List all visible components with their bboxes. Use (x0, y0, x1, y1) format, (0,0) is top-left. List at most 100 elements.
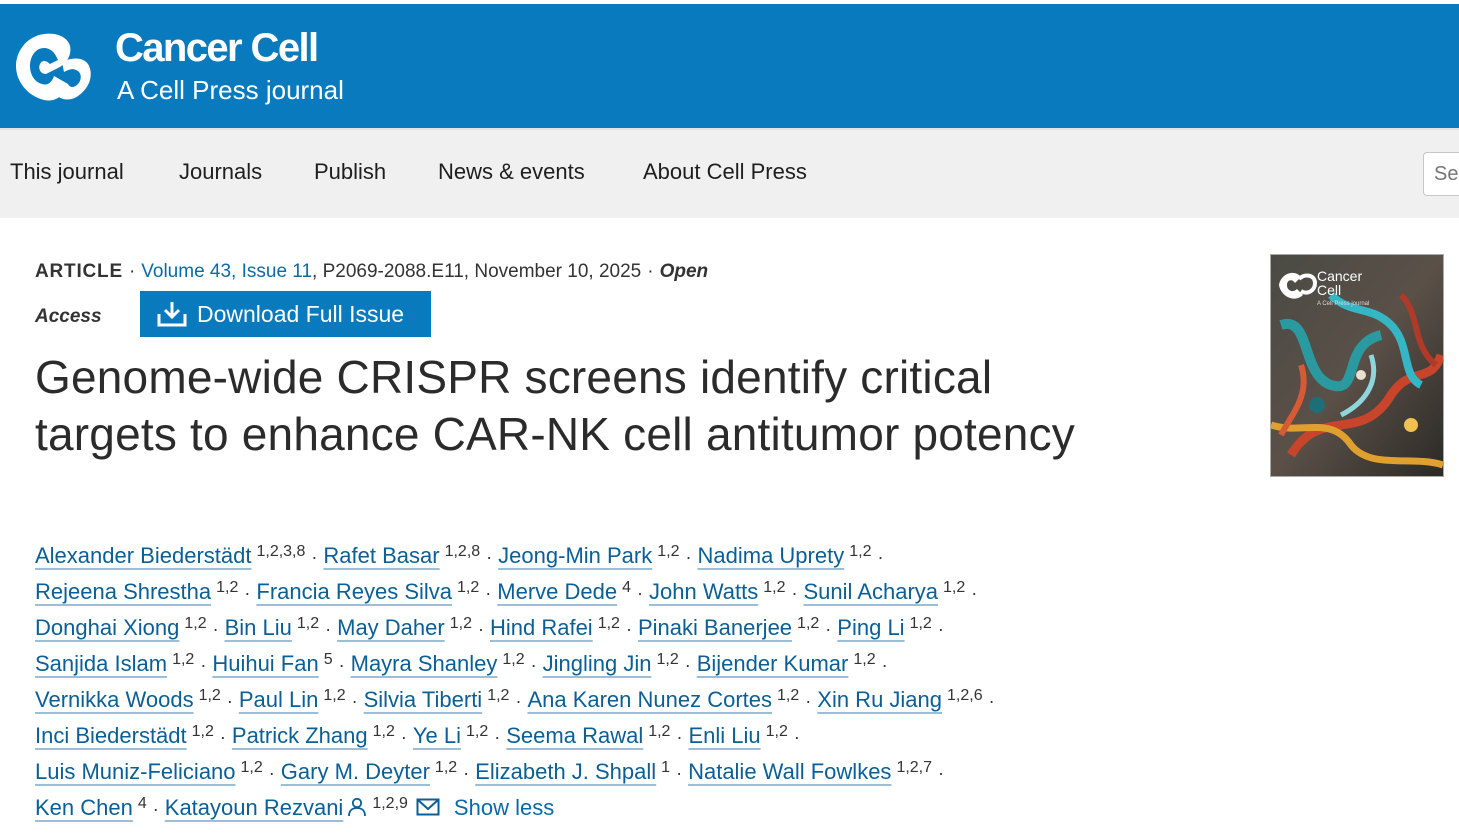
affiliation-numbers: 1,2 (487, 687, 510, 704)
author-separator: · (881, 655, 888, 675)
author-entry: Francia Reyes Silva 1,2 · (256, 579, 497, 604)
author-entry: Jingling Jin 1,2 · (543, 651, 697, 676)
author-name-link[interactable]: Alexander Biederstädt (35, 543, 251, 568)
author-name-link[interactable]: Gary M. Deyter (281, 759, 430, 784)
author-entry: Elizabeth J. Shpall 1 · (475, 759, 688, 784)
author-name-link[interactable]: Luis Muniz-Feliciano (35, 759, 236, 784)
search-input[interactable] (1423, 152, 1459, 196)
author-row: Rejeena Shrestha 1,2 · Francia Reyes Silva 1… (35, 570, 1115, 606)
author-separator: · (200, 655, 207, 675)
affiliation-numbers: 4 (137, 795, 147, 812)
author-separator: · (338, 655, 345, 675)
affiliation-numbers: 1,2 (502, 651, 525, 668)
author-row: Sanjida Islam 1,2 · Huihui Fan 5 · Mayra Shanl… (35, 642, 1115, 678)
affiliation-numbers: 1,2 (323, 687, 346, 704)
nav-publish[interactable]: Publish (314, 158, 386, 186)
author-separator: · (515, 691, 522, 711)
author-name-link[interactable]: Rafet Basar (323, 543, 439, 568)
affiliation-numbers: 1,2 (909, 615, 932, 632)
volume-issue-link[interactable]: Volume 43, Issue 11 (141, 261, 312, 282)
author-name-link[interactable]: Sunil Acharya (804, 579, 939, 604)
affiliation-numbers: 1,2 (216, 579, 239, 596)
author-name-link[interactable]: Enli Liu (688, 723, 760, 748)
author-separator: · (676, 763, 683, 783)
author-name-link[interactable]: Jeong-Min Park (498, 543, 652, 568)
author-row: Alexander Biederstädt 1,2,3,8 · Rafet Basar… (35, 534, 1115, 570)
author-name-link[interactable]: Natalie Wall Fowlkes (688, 759, 891, 784)
author-separator: · (637, 583, 644, 603)
author-name-link[interactable]: May Daher (337, 615, 445, 640)
author-name-link[interactable]: Ye Li (413, 723, 461, 748)
article-type: ARTICLE (35, 261, 123, 282)
author-name-link[interactable]: Ana Karen Nunez Cortes (527, 687, 772, 712)
author-name-link[interactable]: Sanjida Islam (35, 651, 167, 676)
author-separator: · (805, 691, 812, 711)
nav-about-cell-press[interactable]: About Cell Press (643, 158, 807, 186)
nav-news-events[interactable]: News & events (438, 158, 585, 186)
author-separator: · (486, 547, 493, 567)
affiliation-numbers: 1,2 (656, 651, 679, 668)
cell-press-logo-icon[interactable] (10, 26, 94, 108)
download-label: Download Full Issue (197, 301, 405, 327)
affiliation-numbers: 1,2 (597, 615, 620, 632)
author-name-link[interactable]: Rejeena Shrestha (35, 579, 211, 604)
author-separator: · (311, 547, 318, 567)
author-name-link[interactable]: Hind Rafei (490, 615, 593, 640)
author-name-link[interactable]: Nadima Uprety (698, 543, 845, 568)
author-row: Luis Muniz-Feliciano 1,2 · Gary M. Deyter 1,… (35, 750, 1115, 786)
author-entry: Pinaki Banerjee 1,2 · (638, 615, 837, 640)
affiliation-numbers: 5 (323, 651, 333, 668)
journal-name[interactable]: Cancer Cell (115, 26, 319, 70)
issue-cover-image[interactable]: Cancer Cell A Cell Press journal (1270, 254, 1444, 477)
author-name-link[interactable]: Ping Li (837, 615, 904, 640)
download-full-issue-button[interactable]: Download Full Issue (140, 291, 431, 337)
author-name-link[interactable]: Bijender Kumar (697, 651, 849, 676)
author-name-link[interactable]: Ken Chen (35, 795, 133, 820)
author-name-link[interactable]: John Watts (649, 579, 758, 604)
author-name-link[interactable]: Francia Reyes Silva (256, 579, 452, 604)
author-name-link[interactable]: Patrick Zhang (232, 723, 368, 748)
author-name-link[interactable]: Seema Rawal (506, 723, 643, 748)
affiliation-numbers: 1,2 (657, 543, 680, 560)
nav-journals[interactable]: Journals (179, 158, 262, 186)
author-name-link[interactable]: Inci Biederstädt (35, 723, 187, 748)
author-entry: May Daher 1,2 · (337, 615, 490, 640)
author-separator: · (485, 583, 492, 603)
affiliation-numbers: 1,2 (240, 759, 263, 776)
author-entry: Luis Muniz-Feliciano 1,2 · (35, 759, 281, 784)
author-separator: · (325, 619, 332, 639)
author-entry: Sunil Acharya 1,2 · (804, 579, 984, 604)
author-name-link[interactable]: Donghai Xiong (35, 615, 179, 640)
author-name-link[interactable]: Vernikka Woods (35, 687, 194, 712)
email-icon[interactable] (416, 797, 440, 817)
author-name-link[interactable]: Bin Liu (225, 615, 292, 640)
author-entry: Huihui Fan 5 · (212, 651, 350, 676)
corresponding-author-icon (348, 797, 367, 817)
author-name-link[interactable]: Pinaki Banerjee (638, 615, 792, 640)
download-icon (157, 302, 187, 327)
author-entry: Xin Ru Jiang 1,2,6 · (817, 687, 1000, 712)
author-name-link[interactable]: Elizabeth J. Shpall (475, 759, 656, 784)
author-name-link[interactable]: Katayoun Rezvani (165, 795, 344, 820)
author-entry: Bijender Kumar 1,2 · (697, 651, 894, 676)
nav-this-journal[interactable]: This journal (10, 158, 124, 186)
author-name-link[interactable]: Huihui Fan (212, 651, 318, 676)
author-name-link[interactable]: Jingling Jin (543, 651, 652, 676)
author-entry: Enli Liu 1,2 · (688, 723, 805, 748)
affiliation-numbers: 1,2 (765, 723, 788, 740)
author-separator: · (791, 583, 798, 603)
author-name-link[interactable]: Paul Lin (239, 687, 319, 712)
author-entry: Bin Liu 1,2 · (225, 615, 338, 640)
affiliation-numbers: 1,2 (372, 723, 395, 740)
meta-separator: · (128, 261, 136, 282)
author-name-link[interactable]: Merve Dede (497, 579, 617, 604)
author-entry: Alexander Biederstädt 1,2,3,8 · (35, 543, 323, 568)
author-separator: · (988, 691, 995, 711)
author-entry: Ana Karen Nunez Cortes 1,2 · (527, 687, 817, 712)
author-name-link[interactable]: Silvia Tiberti (364, 687, 483, 712)
author-entry: Mayra Shanley 1,2 · (351, 651, 543, 676)
affiliation-numbers: 1,2,6 (947, 687, 983, 704)
author-name-link[interactable]: Mayra Shanley (351, 651, 498, 676)
show-less-link[interactable]: Show less (454, 795, 554, 820)
author-name-link[interactable]: Xin Ru Jiang (817, 687, 942, 712)
